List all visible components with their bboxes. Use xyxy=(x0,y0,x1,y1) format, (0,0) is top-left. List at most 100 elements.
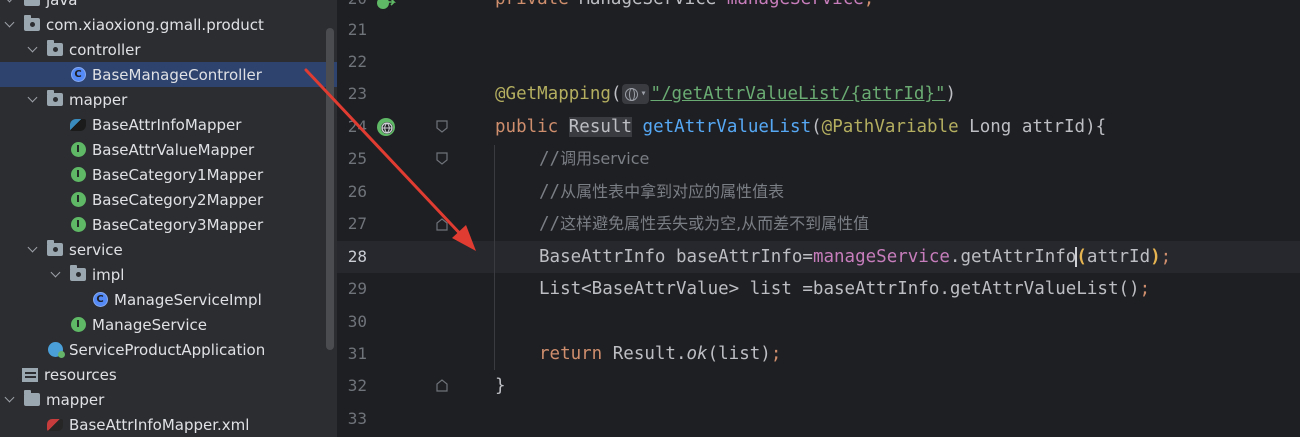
tree-item[interactable]: mapper xyxy=(0,387,337,412)
chevron-down-icon[interactable] xyxy=(4,394,16,406)
tree-icon-wrap xyxy=(47,417,63,433)
fold-comment-icon[interactable] xyxy=(435,152,449,166)
paren: ) xyxy=(945,84,957,104)
tree-item-label: service xyxy=(69,240,123,259)
tree-item[interactable]: I BaseAttrValueMapper xyxy=(0,137,337,162)
tree-icon-wrap xyxy=(24,15,40,33)
class-icon: C xyxy=(70,67,86,82)
tree-icon-wrap: I xyxy=(70,317,86,333)
resources-folder-icon xyxy=(22,367,38,382)
fold-open-icon[interactable] xyxy=(435,120,449,134)
line-number[interactable]: 33 xyxy=(337,409,367,428)
line-number[interactable]: 22 xyxy=(337,52,367,71)
tree-icon-wrap xyxy=(47,240,63,258)
code-line-23[interactable]: @GetMapping(▾ "/getAttrValueList/{attrId}… xyxy=(495,78,956,110)
package-icon xyxy=(70,265,86,281)
implementation-marker-icon[interactable] xyxy=(374,0,396,14)
tree-icon-wrap: I xyxy=(70,192,86,208)
tree-item[interactable]: I BaseCategory1Mapper xyxy=(0,162,337,187)
tree-item-label: BaseCategory1Mapper xyxy=(92,165,264,184)
call-parens: () xyxy=(1118,279,1140,299)
url-string[interactable]: "/getAttrValueList/{attrId}" xyxy=(650,84,945,104)
tree-item[interactable]: service xyxy=(0,237,337,262)
chevron-down-icon[interactable] xyxy=(27,44,39,56)
tree-item-label: mapper xyxy=(46,390,105,409)
tree-item[interactable]: I ManageService xyxy=(0,312,337,337)
tree-icon-wrap xyxy=(24,0,40,8)
tree-item[interactable]: impl xyxy=(0,262,337,287)
annotation: @PathVariable xyxy=(821,117,959,137)
chevron-down-icon xyxy=(50,144,62,156)
tree-item[interactable]: C ManageServiceImpl xyxy=(0,287,337,312)
chevron-down-icon xyxy=(50,169,62,181)
interface-icon: I xyxy=(70,217,86,232)
line-number[interactable]: 26 xyxy=(337,182,367,201)
tree-icon-wrap xyxy=(47,342,65,358)
line-number[interactable]: 30 xyxy=(337,312,367,331)
method-call: getAttrValueList xyxy=(949,279,1119,299)
code-line-32[interactable]: } xyxy=(495,370,506,402)
line-number[interactable]: 29 xyxy=(337,279,367,298)
code-line-29[interactable]: List<BaseAttrValue> list =baseAttrInfo.g… xyxy=(539,273,1150,305)
folder-icon xyxy=(24,0,40,6)
line-number[interactable]: 31 xyxy=(337,344,367,363)
tree-item[interactable]: I BaseCategory3Mapper xyxy=(0,212,337,237)
interface-icon: I xyxy=(70,192,86,207)
tree-item[interactable]: com.xiaoxiong.gmall.product xyxy=(0,12,337,37)
code-line-25[interactable]: //调用service xyxy=(539,143,649,175)
line-number[interactable]: 27 xyxy=(337,214,367,233)
comment-prefix: // xyxy=(539,182,561,202)
chevron-down-icon[interactable] xyxy=(27,244,39,256)
line-number[interactable]: 20 xyxy=(337,0,367,8)
fold-comment-end-icon[interactable] xyxy=(435,217,449,231)
web-endpoint-icon[interactable] xyxy=(375,116,397,138)
line-number[interactable]: 24 xyxy=(337,117,367,136)
tree-item-label: BaseAttrInfoMapper.xml xyxy=(69,415,250,434)
line-number[interactable]: 23 xyxy=(337,84,367,103)
code-line-31[interactable]: return Result.ok(list); xyxy=(539,338,781,370)
chevron-down-icon xyxy=(27,344,39,356)
tree-item-label: resources xyxy=(44,365,117,384)
code-line-28[interactable]: BaseAttrInfo baseAttrInfo=manageService.… xyxy=(539,241,1171,273)
tree-icon-wrap xyxy=(70,117,86,133)
chevron-down-icon[interactable] xyxy=(50,269,62,281)
paren: ( xyxy=(811,117,822,137)
line-number[interactable]: 28 xyxy=(337,247,367,266)
static-method: ok xyxy=(686,344,708,364)
tree-icon-wrap: I xyxy=(70,142,86,158)
project-tree[interactable]: java com.xiaoxiong.gmall.product controlle… xyxy=(0,0,337,437)
tree-item[interactable]: BaseAttrInfoMapper.xml xyxy=(0,412,337,437)
fold-close-icon[interactable] xyxy=(435,378,449,392)
line-number[interactable]: 21 xyxy=(337,20,367,39)
code-line-26[interactable]: //从属性表中拿到对应的属性值表 xyxy=(539,176,784,208)
chevron-down-icon[interactable] xyxy=(4,19,16,31)
tree-item[interactable]: resources xyxy=(0,362,337,387)
parameters: Long attrId){ xyxy=(969,117,1107,137)
tree-scrollbar[interactable] xyxy=(326,28,334,350)
tree-item-label: java xyxy=(46,0,77,9)
chevron-down-icon[interactable] xyxy=(27,94,39,106)
line-number[interactable]: 32 xyxy=(337,376,367,395)
code-editor[interactable]: private ManageService manageService; @Ge… xyxy=(460,0,1300,437)
tree-item[interactable]: BaseAttrInfoMapper xyxy=(0,112,337,137)
line-number[interactable]: 25 xyxy=(337,149,367,168)
type-name: ManageService xyxy=(579,0,716,9)
chevron-down-icon[interactable] xyxy=(4,0,16,6)
tree-item-label: BaseAttrValueMapper xyxy=(92,140,255,159)
comment: 调用service xyxy=(560,149,650,168)
code-line-27[interactable]: //这样避免属性丢失或为空,从而差不到属性值 xyxy=(539,208,869,240)
code-line-24[interactable]: public Result getAttrValueList(@PathVari… xyxy=(495,111,1106,143)
tree-item[interactable]: java xyxy=(0,0,337,12)
tree-item[interactable]: mapper xyxy=(0,87,337,112)
url-inlay-hint[interactable]: ▾ xyxy=(622,84,650,104)
keyword: return xyxy=(539,344,603,364)
tree-item[interactable]: ServiceProductApplication xyxy=(0,337,337,362)
code-line-20[interactable]: private ManageService manageService; xyxy=(495,0,874,15)
tree-item[interactable]: controller xyxy=(0,37,337,62)
tree-item-label: com.xiaoxiong.gmall.product xyxy=(46,15,264,34)
mybatis-xml-icon xyxy=(47,418,63,431)
tree-item[interactable]: I BaseCategory2Mapper xyxy=(0,187,337,212)
tree-item[interactable]: C BaseManageController xyxy=(0,62,337,87)
globe-icon xyxy=(625,87,639,101)
tree-item-label: ManageServiceImpl xyxy=(114,290,262,309)
